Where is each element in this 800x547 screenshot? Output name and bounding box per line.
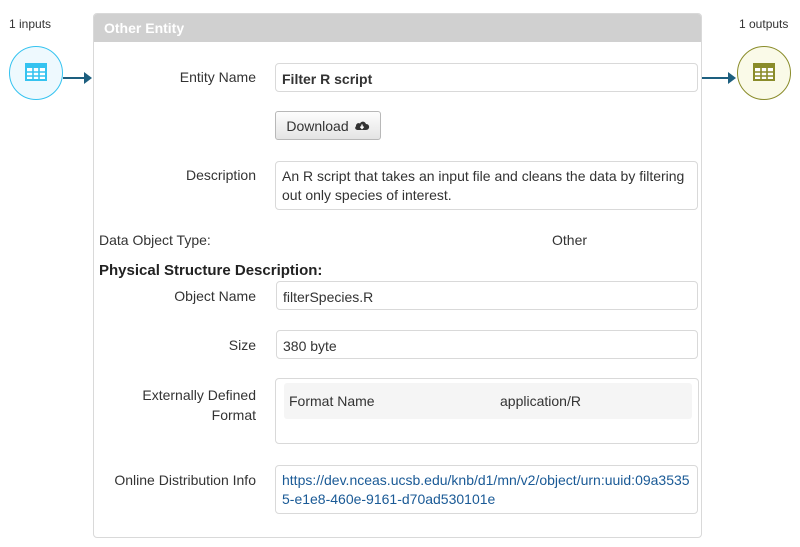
inputs-count-label: 1 inputs [9,17,52,31]
cloud-download-icon [354,119,370,132]
entity-name-label: Entity Name [179,69,256,85]
download-button[interactable]: Download [275,111,381,140]
size-label: Size [228,337,256,353]
download-button-label: Download [286,117,349,134]
object-name-label: Object Name [174,288,256,304]
table-icon [25,62,47,84]
format-name-value: application/R [500,393,581,409]
description-label: Description [185,167,256,183]
other-entity-panel: Other Entity Entity Name Filter R script… [93,13,702,538]
input-entity-node[interactable] [9,46,63,100]
table-icon [753,62,775,84]
output-entity-node[interactable] [737,46,791,100]
online-distribution-box: https://dev.nceas.ucsb.edu/knb/d1/mn/v2/… [275,465,698,514]
input-connector-line [63,77,85,79]
data-object-type-label: Data Object Type: [99,232,211,248]
entity-name-value: Filter R script [275,63,698,92]
object-name-value: filterSpecies.R [276,281,698,310]
physical-structure-title: Physical Structure Description: [99,262,323,279]
size-value: 380 byte [276,330,698,359]
externally-defined-format-label: Externally Defined Format [142,387,256,423]
format-name-label: Format Name [289,393,375,409]
online-distribution-label: Online Distribution Info [114,472,256,488]
externally-defined-format-box: Format Name application/R [275,378,699,444]
output-arrow-icon [728,72,736,84]
input-arrow-icon [84,72,92,84]
online-distribution-link[interactable]: https://dev.nceas.ucsb.edu/knb/d1/mn/v2/… [282,472,690,507]
format-row: Format Name application/R [284,383,692,419]
outputs-count-label: 1 outputs [739,17,789,31]
panel-title: Other Entity [94,14,701,42]
description-value: An R script that takes an input file and… [275,161,698,210]
data-object-type-value: Other [552,232,588,248]
output-connector-line [701,77,729,79]
